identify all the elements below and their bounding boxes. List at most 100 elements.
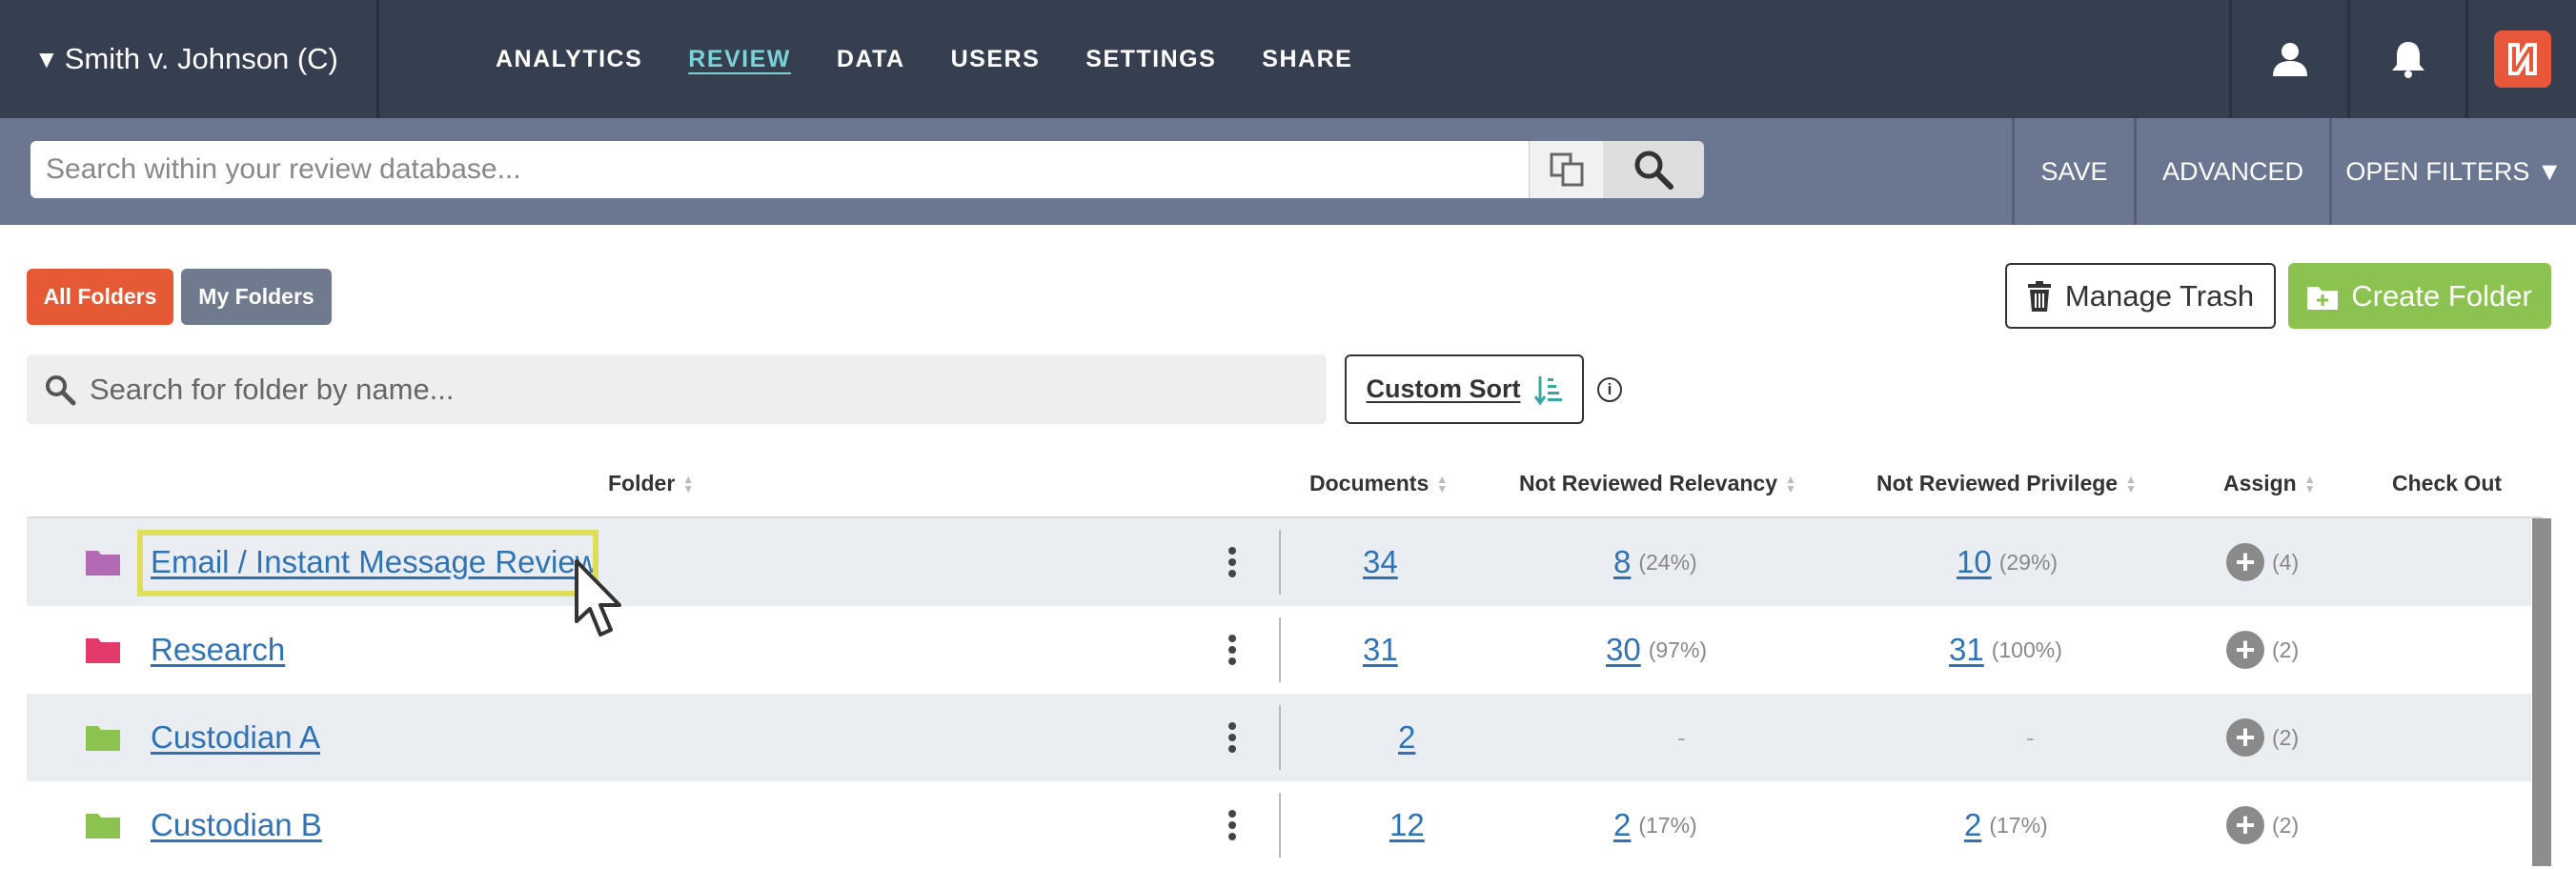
column-divider xyxy=(1279,530,1281,595)
all-folders-button[interactable]: All Folders xyxy=(27,269,173,325)
nav-share[interactable]: SHARE xyxy=(1262,46,1352,73)
relevancy-cell: 8 (24%) xyxy=(1613,518,1697,606)
open-filters-button[interactable]: OPEN FILTERS ▼ xyxy=(2329,118,2576,225)
assign-count: (2) xyxy=(2272,724,2300,750)
relevancy-empty: - xyxy=(1677,722,1686,752)
table-row: Email / Instant Message Review 34 8 (24%… xyxy=(27,518,2531,606)
manage-trash-button[interactable]: Manage Trash xyxy=(2005,263,2276,329)
nav-users[interactable]: USERS xyxy=(951,46,1041,73)
relevancy-cell: 2 (17%) xyxy=(1613,781,1697,869)
notifications-button[interactable] xyxy=(2347,0,2465,118)
copy-icon xyxy=(1550,152,1583,187)
main-nav: ANALYTICS REVIEW DATA USERS SETTINGS SHA… xyxy=(496,0,1398,118)
user-profile-button[interactable] xyxy=(2229,0,2347,118)
privilege-count-link[interactable]: 10 xyxy=(1957,544,1992,580)
relevancy-count-link[interactable]: 2 xyxy=(1613,807,1631,843)
documents-count-link[interactable]: 31 xyxy=(1363,632,1398,668)
info-icon[interactable]: i xyxy=(1597,377,1622,402)
top-navigation-bar: ▼ Smith v. Johnson (C) ANALYTICS REVIEW … xyxy=(0,0,2576,118)
brand-logo-button[interactable] xyxy=(2465,0,2576,118)
privilege-percent: (29%) xyxy=(1998,549,2059,575)
custom-sort-button[interactable]: Custom Sort xyxy=(1345,354,1584,424)
plus-circle-icon[interactable]: + xyxy=(2226,631,2264,669)
privilege-cell: 2 (17%) xyxy=(1964,781,2048,869)
my-folders-button[interactable]: My Folders xyxy=(181,269,332,325)
column-header-not-reviewed-privilege[interactable]: Not Reviewed Privilege ▲ ▼ xyxy=(1876,471,2137,496)
privilege-percent: (100%) xyxy=(1991,637,2062,662)
relevancy-count-link[interactable]: 8 xyxy=(1613,544,1631,580)
create-folder-label: Create Folder xyxy=(2351,278,2532,313)
documents-count-link[interactable]: 2 xyxy=(1398,719,1415,756)
save-button[interactable]: SAVE xyxy=(2012,118,2134,225)
more-options-icon[interactable] xyxy=(1223,717,1242,758)
copy-button[interactable] xyxy=(1529,141,1603,198)
documents-cell: 34 xyxy=(1363,518,1398,606)
manage-trash-label: Manage Trash xyxy=(2064,278,2255,313)
privilege-cell: 10 (29%) xyxy=(1957,518,2058,606)
sort-arrows-icon: ▲ ▼ xyxy=(2303,472,2316,495)
advanced-search-button[interactable]: ADVANCED xyxy=(2134,118,2329,225)
column-header-check-out: Check Out xyxy=(2392,471,2502,496)
column-header-assign[interactable]: Assign ▲ ▼ xyxy=(2223,471,2316,496)
table-row: Custodian A 2 - - + (2) xyxy=(27,694,2531,781)
search-icon xyxy=(46,374,76,405)
case-title: Smith v. Johnson (C) xyxy=(64,42,338,75)
folder-name-link[interactable]: Research xyxy=(151,606,285,694)
user-icon xyxy=(2272,43,2307,76)
review-search-input[interactable] xyxy=(30,141,1529,198)
table-scrollbar[interactable] xyxy=(2532,518,2551,866)
folder-plus-icon xyxy=(2307,286,2339,310)
sort-arrows-icon: ▲ ▼ xyxy=(1785,472,1796,495)
column-header-relevancy-label: Not Reviewed Relevancy xyxy=(1519,471,1778,495)
sort-arrows-icon: ▲ ▼ xyxy=(682,472,695,495)
documents-cell: 12 xyxy=(1389,781,1425,869)
more-options-icon[interactable] xyxy=(1223,629,1242,671)
folder-name-link[interactable]: Email / Instant Message Review xyxy=(151,518,598,606)
assign-cell: + (2) xyxy=(2226,781,2299,869)
more-options-icon[interactable] xyxy=(1223,804,1242,846)
nav-review[interactable]: REVIEW xyxy=(688,46,791,73)
column-header-folder-label: Folder xyxy=(608,471,676,495)
plus-circle-icon[interactable]: + xyxy=(2226,718,2264,757)
trash-icon xyxy=(2027,280,2051,312)
nav-settings[interactable]: SETTINGS xyxy=(1085,46,1216,73)
privilege-cell: - xyxy=(2026,694,2035,781)
documents-count-link[interactable]: 34 xyxy=(1363,544,1398,580)
folder-name-link[interactable]: Custodian A xyxy=(151,694,320,781)
review-search-bar: SAVE ADVANCED OPEN FILTERS ▼ xyxy=(0,118,2576,225)
relevancy-percent: (97%) xyxy=(1648,637,1708,662)
relevancy-count-link[interactable]: 30 xyxy=(1606,632,1641,668)
privilege-count-link[interactable]: 2 xyxy=(1964,807,1981,843)
more-options-icon[interactable] xyxy=(1223,541,1242,583)
folder-search-input[interactable] xyxy=(90,372,1281,407)
nav-data[interactable]: DATA xyxy=(837,46,905,73)
folder-name-link[interactable]: Custodian B xyxy=(151,781,322,869)
assign-count: (2) xyxy=(2272,812,2300,838)
plus-circle-icon[interactable]: + xyxy=(2226,543,2264,581)
relevancy-percent: (17%) xyxy=(1638,812,1697,838)
column-header-folder[interactable]: Folder ▲ ▼ xyxy=(608,471,694,496)
search-button[interactable] xyxy=(1603,141,1704,198)
column-header-documents-label: Documents xyxy=(1309,471,1430,495)
column-header-check-out-label: Check Out xyxy=(2392,471,2503,495)
sort-icon xyxy=(1533,375,1562,405)
create-folder-button[interactable]: Create Folder xyxy=(2288,263,2551,329)
privilege-count-link[interactable]: 31 xyxy=(1949,632,1984,668)
assign-cell: + (2) xyxy=(2226,694,2299,781)
plus-circle-icon[interactable]: + xyxy=(2226,806,2264,844)
column-header-documents[interactable]: Documents ▲ ▼ xyxy=(1309,471,1448,496)
nav-analytics[interactable]: ANALYTICS xyxy=(496,46,642,73)
assign-count: (2) xyxy=(2272,637,2300,662)
documents-count-link[interactable]: 12 xyxy=(1389,807,1425,843)
documents-cell: 31 xyxy=(1363,606,1398,694)
mouse-cursor-icon xyxy=(575,559,621,637)
privilege-cell: 31 (100%) xyxy=(1949,606,2062,694)
case-selector[interactable]: ▼ Smith v. Johnson (C) xyxy=(0,0,379,118)
column-divider xyxy=(1279,705,1281,770)
folder-icon xyxy=(86,638,120,663)
brand-logo-icon xyxy=(2493,30,2551,88)
folder-icon xyxy=(86,814,120,839)
table-row: Research 31 30 (97%) 31 (100%) + (2) xyxy=(27,606,2531,694)
column-header-assign-label: Assign xyxy=(2223,471,2297,495)
column-header-not-reviewed-relevancy[interactable]: Not Reviewed Relevancy ▲ ▼ xyxy=(1519,471,1796,496)
